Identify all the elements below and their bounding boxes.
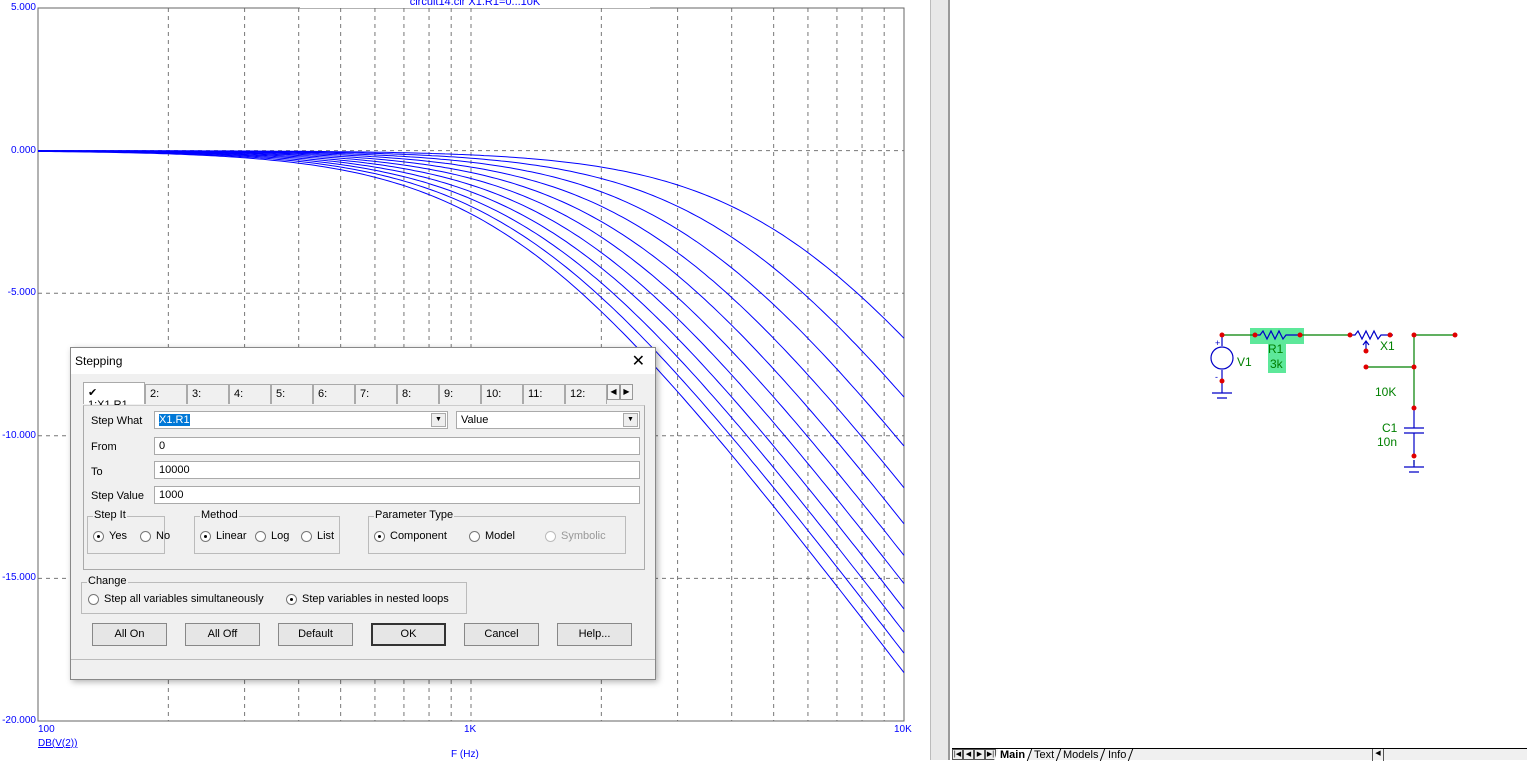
tab-10[interactable]: 10: [481,384,523,404]
method-list-radio[interactable]: List [301,530,334,542]
trace-label[interactable]: DB(V(2)) [38,738,77,749]
v1-label[interactable]: V1 [1237,355,1252,369]
plot-title: circuit14.cir X1.R1=0...10K [300,0,650,8]
step-what-select[interactable]: X1.R1 ▼ [154,411,448,429]
model-radio[interactable]: Model [469,530,515,542]
tab-8[interactable]: 8: [397,384,439,404]
to-input[interactable]: 10000 [154,461,640,479]
y-tick-label: -5.000 [7,287,36,298]
tab-4[interactable]: 4: [229,384,271,404]
tab-7[interactable]: 7: [355,384,397,404]
step-what-label: Step What [91,415,143,427]
hscroll-left[interactable]: ◀ [1372,749,1384,761]
x-tick-label: 100 [38,724,55,735]
y-tick-label: -15.000 [2,572,36,583]
y-tick-label: -20.000 [2,715,36,726]
step-it-no-radio[interactable]: No [140,530,170,542]
stepping-dialog: Stepping ✕ ✔ 1:X1.R1 2: 3: 4: 5: 6: 7: 8:… [70,347,656,680]
step-it-yes-radio[interactable]: Yes [93,530,127,542]
method-linear-radio[interactable]: Linear [200,530,247,542]
v1-minus: - [1215,372,1218,382]
prev-tab-button[interactable]: ◀ [963,749,974,760]
tab-6[interactable]: 6: [313,384,355,404]
tab-3[interactable]: 3: [187,384,229,404]
tab-info[interactable]: Info [1101,748,1134,761]
first-tab-button[interactable]: |◀ [952,749,963,760]
group-title: Method [200,509,239,521]
group-title: Change [87,575,128,587]
step-simultaneous-radio[interactable]: Step all variables simultaneously [88,593,264,605]
schematic-canvas[interactable]: + - V1 R1 3k X1 10K C1 10n [950,0,1527,745]
r1-label[interactable]: R1 [1268,342,1284,356]
step-tabs: ✔ 1:X1.R1 2: 3: 4: 5: 6: 7: 8: 9: 10: 11… [83,382,633,411]
dialog-title: Stepping [75,354,123,368]
c1-value[interactable]: 10n [1377,435,1397,449]
x1-value[interactable]: 10K [1375,385,1396,399]
v1-plus: + [1215,338,1220,348]
tab-models[interactable]: Models [1057,748,1106,761]
method-log-radio[interactable]: Log [255,530,289,542]
group-title: Step It [93,509,127,521]
tab-2[interactable]: 2: [145,384,187,404]
next-tab-button[interactable]: ▶ [974,749,985,760]
change-group: Change Step all variables simultaneously… [81,575,467,614]
y-tick-label: 5.000 [10,2,36,13]
tab-12[interactable]: 12: [565,384,607,404]
y-tick-label: -10.000 [2,430,36,441]
step-panel: Step What X1.R1 ▼ Value ▼ From 0 To 10000 … [83,405,645,570]
tab-scroll-right[interactable]: ▶ [620,384,633,400]
node-dots [1219,332,1458,459]
dialog-titlebar[interactable]: Stepping ✕ [71,348,655,374]
method-group: Method Linear Log List [194,509,340,554]
step-value-label: Step Value [91,490,145,502]
tab-1[interactable]: ✔ 1:X1.R1 [83,382,145,411]
step-value-input[interactable]: 1000 [154,486,640,504]
parameter-type-group: Parameter Type Component Model Symbolic [368,509,626,554]
step-nested-radio[interactable]: Step variables in nested loops [286,593,449,605]
ok-button[interactable]: OK [371,623,446,646]
y-tick-label: 0.000 [10,145,36,156]
step-it-group: Step It Yes No [87,509,170,554]
from-label: From [91,441,117,453]
cancel-button[interactable]: Cancel [464,623,539,646]
tab-11[interactable]: 11: [523,384,565,404]
x-tick-label: 10K [894,724,912,735]
symbolic-radio: Symbolic [545,530,606,542]
window-splitter[interactable] [930,0,950,760]
all-off-button[interactable]: All Off [185,623,260,646]
group-title: Parameter Type [374,509,455,521]
chevron-down-icon[interactable]: ▼ [623,413,638,427]
tab-main[interactable]: Main [993,748,1033,761]
tab-scroll-left[interactable]: ◀ [607,384,620,400]
all-on-button[interactable]: All On [92,623,167,646]
close-icon[interactable]: ✕ [632,351,645,371]
status-bar [71,659,655,660]
component-radio[interactable]: Component [374,530,447,542]
x-tick-label: 1K [464,724,477,735]
x-axis-title: F (Hz) [451,749,479,760]
chevron-down-icon[interactable]: ▼ [431,413,446,427]
x1-label[interactable]: X1 [1380,339,1395,353]
schematic-tab-bar: |◀ ◀ ▶ ▶| Main Text Models Info ◀ [952,748,1527,761]
default-button[interactable]: Default [278,623,353,646]
from-input[interactable]: 0 [154,437,640,455]
c1-label[interactable]: C1 [1382,421,1398,435]
to-label: To [91,466,103,478]
step-type-select[interactable]: Value ▼ [456,411,640,429]
tab-9[interactable]: 9: [439,384,481,404]
r1-value[interactable]: 3k [1270,357,1284,371]
help-button[interactable]: Help... [557,623,632,646]
tab-5[interactable]: 5: [271,384,313,404]
